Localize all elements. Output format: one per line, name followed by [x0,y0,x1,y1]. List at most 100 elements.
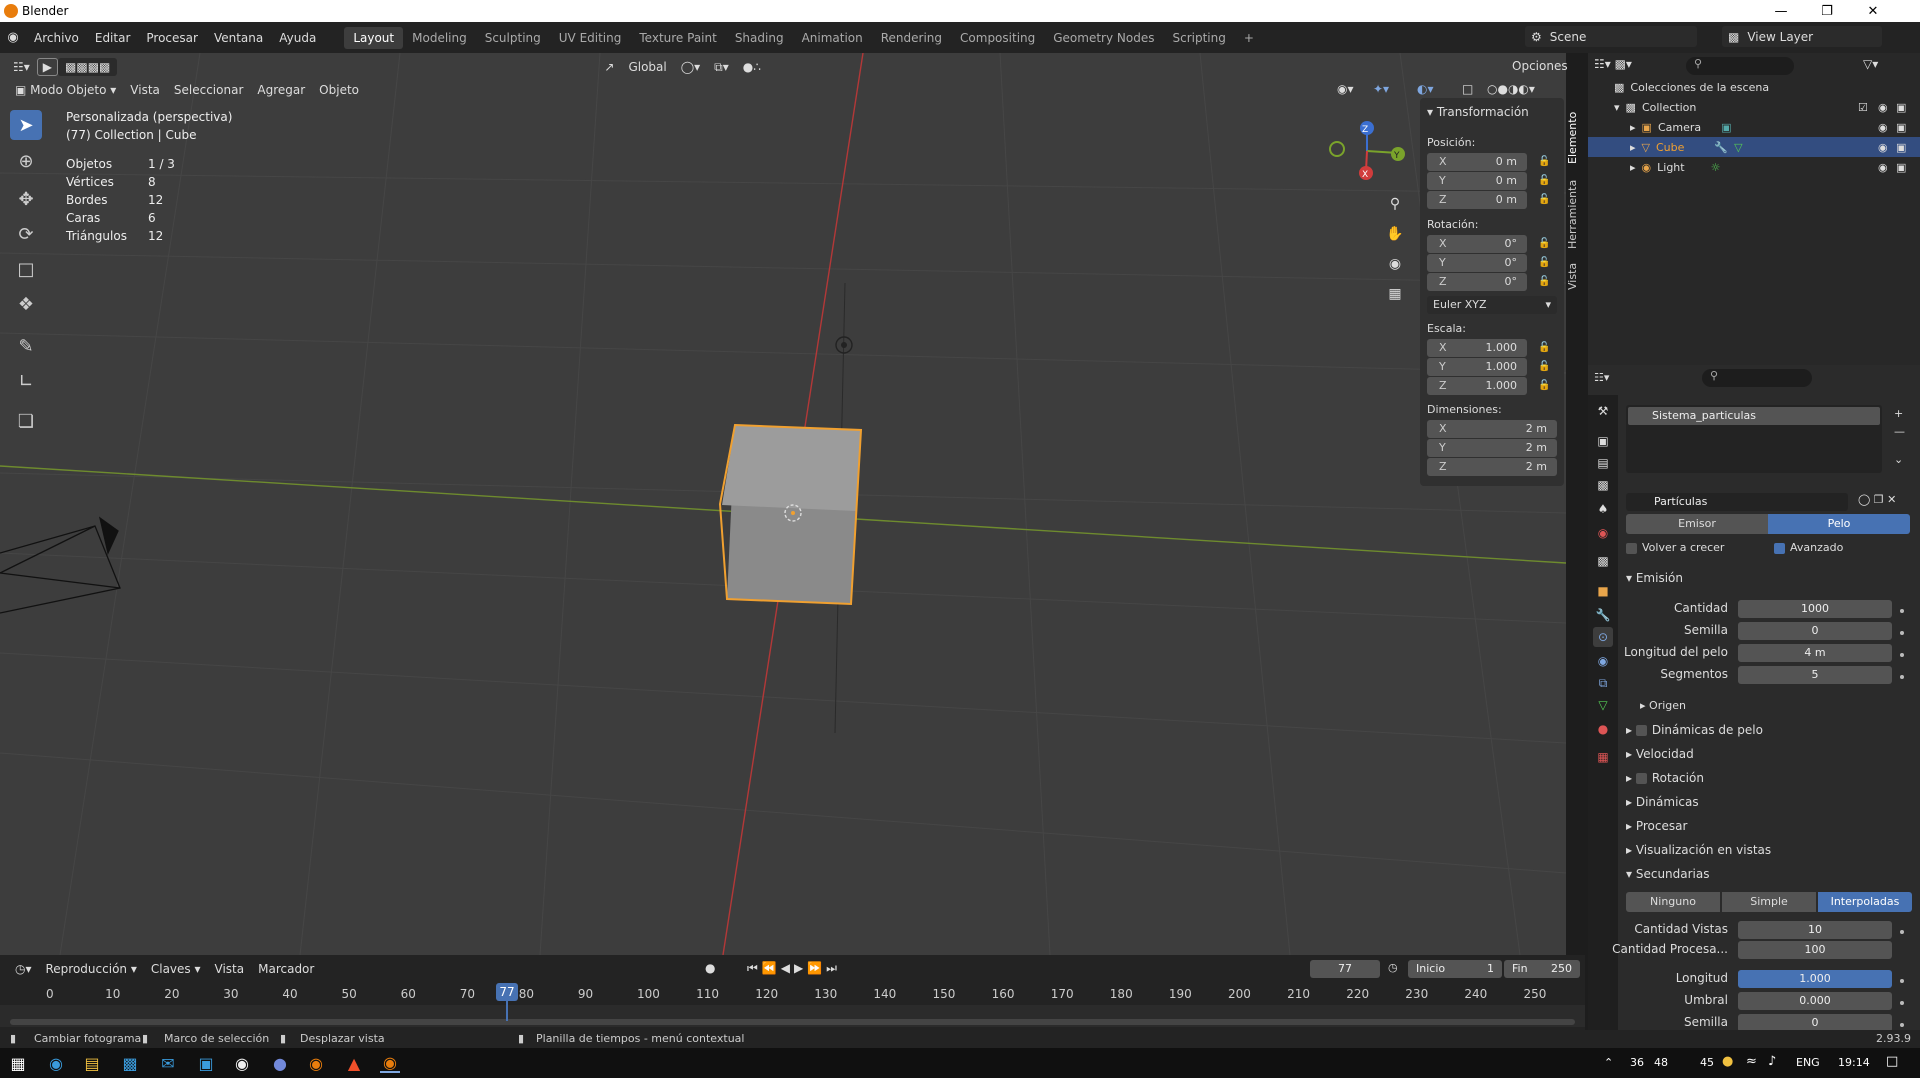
snap-icon[interactable]: ⧉▾ [707,58,736,77]
children-interpoladas-button[interactable]: Interpoladas [1818,892,1912,912]
properties-editor-icon[interactable]: ☷▾ [1594,371,1609,384]
select-tool-icon[interactable]: ➤ [10,110,42,140]
menu-agregar[interactable]: Agregar [250,81,312,99]
menu-procesar[interactable]: Procesar [138,31,206,45]
restore-icon[interactable]: ❐ [1804,0,1850,22]
frame-ruler[interactable]: 0 10 20 30 40 50 60 70 80 90 100 110 120 130 140 150 160… [0,983,1585,1007]
proportional-edit-icon[interactable]: ●∴ [736,58,768,76]
shading-modes-icon[interactable]: ○●◑◐▾ [1480,80,1542,98]
camera-object-icon[interactable] [0,516,121,614]
filter-icon[interactable]: ▽▾ [1863,57,1878,71]
data-tab-icon[interactable]: ▽ [1593,695,1613,715]
add-workspace-icon[interactable]: + [1235,27,1263,49]
tab-modeling[interactable]: Modeling [403,27,476,49]
properties-search-input[interactable]: ⚲ [1702,369,1812,387]
tab-herramienta[interactable]: Herramienta [1566,178,1586,250]
regrow-checkbox[interactable]: Volver a crecer [1626,541,1724,554]
lock-icon[interactable]: 🔓 [1538,175,1550,187]
tab-elemento[interactable]: Elemento [1566,108,1586,168]
remove-slot-icon[interactable]: — [1894,425,1905,438]
zoom-icon[interactable]: ⚲ [1384,193,1406,215]
outliner-collection[interactable]: ▾ ▩ Collection ☑ ◉ ▣ [1588,97,1920,117]
keyframe-dot-icon[interactable] [1900,653,1904,657]
edge-browser-icon[interactable]: ◉ [46,1053,66,1073]
scene-tab-icon[interactable]: ♠ [1593,499,1613,519]
tab-geometry-nodes[interactable]: Geometry Nodes [1044,27,1163,49]
measure-tool-icon[interactable]: ∟ [10,366,42,396]
tab-compositing[interactable]: Compositing [951,27,1044,49]
notifications-icon[interactable]: □ [1886,1054,1898,1069]
menu-claves[interactable]: Claves ▾ [144,960,208,978]
menu-vista[interactable]: Vista [123,81,167,99]
particle-system-item[interactable]: Sistema_particulas [1628,407,1880,425]
section-secundarias[interactable]: ▾ Secundarias [1626,867,1710,881]
tab-sculpting[interactable]: Sculpting [476,27,550,49]
annotate-tool-icon[interactable]: ✎ [10,331,42,361]
object-tab-icon[interactable]: ■ [1593,581,1613,601]
move-tool-icon[interactable]: ✥ [10,184,42,214]
store-icon[interactable]: ▩ [120,1053,140,1073]
transform-orientation[interactable]: Global [621,58,673,76]
menu-seleccionar[interactable]: Seleccionar [167,81,250,99]
ortho-grid-icon[interactable]: ▦ [1384,283,1406,305]
cantidad-procesa-field[interactable]: 100 [1738,941,1892,959]
keyframe-dot-icon[interactable] [1900,930,1904,934]
tab-shading[interactable]: Shading [726,27,793,49]
position-y-field[interactable]: Y0 m [1427,172,1527,190]
view-layer-tab-icon[interactable]: ▩ [1593,475,1613,495]
children-ninguno-button[interactable]: Ninguno [1626,892,1720,912]
outliner-item-camera[interactable]: ▸ ▣ Camera ▣ ◉ ▣ [1588,117,1920,137]
checkbox-icon[interactable]: ☑ [1858,101,1868,114]
selection-mode-icon[interactable]: ▩▩▩▩ [58,58,118,76]
record-icon[interactable]: ● [698,959,722,977]
add-slot-icon[interactable]: + [1894,407,1903,420]
camera-view-icon[interactable]: ◉ [1384,253,1406,275]
output-tab-icon[interactable]: ▤ [1593,453,1613,473]
add-cube-tool-icon[interactable]: ❏ [10,406,42,436]
blender-app-icon[interactable]: ◉ [306,1053,326,1073]
menu-ventana[interactable]: Ventana [206,31,271,45]
tab-layout[interactable]: Layout [344,26,404,49]
cantidad-vistas-field[interactable]: 10 [1738,921,1892,939]
app-icon[interactable]: ◉ [232,1053,252,1073]
particles-tab-icon[interactable]: ⊙ [1593,627,1613,647]
lock-icon[interactable]: 🔓 [1538,276,1550,288]
tab-rendering[interactable]: Rendering [872,27,951,49]
umbral-field[interactable]: 0.000 [1738,992,1892,1010]
end-frame-field[interactable]: Fin 250 [1504,960,1580,978]
lock-icon[interactable]: 🔓 [1538,194,1550,206]
tray-app-icon[interactable]: ● [1722,1054,1733,1069]
section-dinamicas-pelo[interactable]: ▸ Dinámicas de pelo [1626,723,1763,737]
eye-icon[interactable]: ◉ [1878,141,1888,154]
menu-marcador[interactable]: Marcador [251,960,321,978]
keyframe-dot-icon[interactable] [1900,631,1904,635]
blender-active-icon[interactable]: ◉ [380,1053,400,1073]
tool-tab-icon[interactable]: ⚒ [1593,401,1613,421]
pivot-icon[interactable]: ◯▾ [674,58,707,76]
editor-type-icon[interactable]: ☷▾ [6,58,37,76]
section-rotacion[interactable]: ▸ Rotación [1626,771,1704,785]
modifiers-tab-icon[interactable]: 🔧 [1593,605,1613,625]
clock[interactable]: 19:14 [1838,1056,1870,1069]
tray-chevron-icon[interactable]: ⌃ [1604,1056,1613,1069]
cube-object[interactable] [718,423,863,606]
keyframe-dot-icon[interactable] [1900,1001,1904,1005]
visibility-icon[interactable]: ◉▾ [1330,80,1361,98]
world-tab-icon[interactable]: ◉ [1593,523,1613,543]
3d-viewport[interactable]: Z Y X ⚲ ✋ ◉ ▦ [0,53,1566,955]
tab-scripting[interactable]: Scripting [1163,27,1234,49]
discord-icon[interactable]: ● [270,1053,290,1073]
lock-icon[interactable]: 🔓 [1538,156,1550,168]
fake-user-icon[interactable]: ◯ ❐ ✕ [1858,493,1896,506]
rotate-tool-icon[interactable]: ⟳ [10,219,42,249]
file-explorer-icon[interactable]: ▤ [82,1053,102,1073]
wifi-icon[interactable]: ≈ [1746,1054,1757,1069]
transform-panel-title[interactable]: ▾ Transformación [1427,105,1529,119]
outliner-search-input[interactable]: ⚲ [1686,57,1794,75]
view-layer-selector[interactable]: ▩ View Layer [1722,26,1882,47]
eye-icon[interactable]: ◉ [1878,161,1888,174]
scale-z-field[interactable]: Z 1.000 [1427,377,1527,395]
position-x-field[interactable]: X0 m [1427,153,1527,171]
menu-objeto[interactable]: Objeto [312,81,366,99]
start-frame-field[interactable]: Inicio 1 [1408,960,1502,978]
